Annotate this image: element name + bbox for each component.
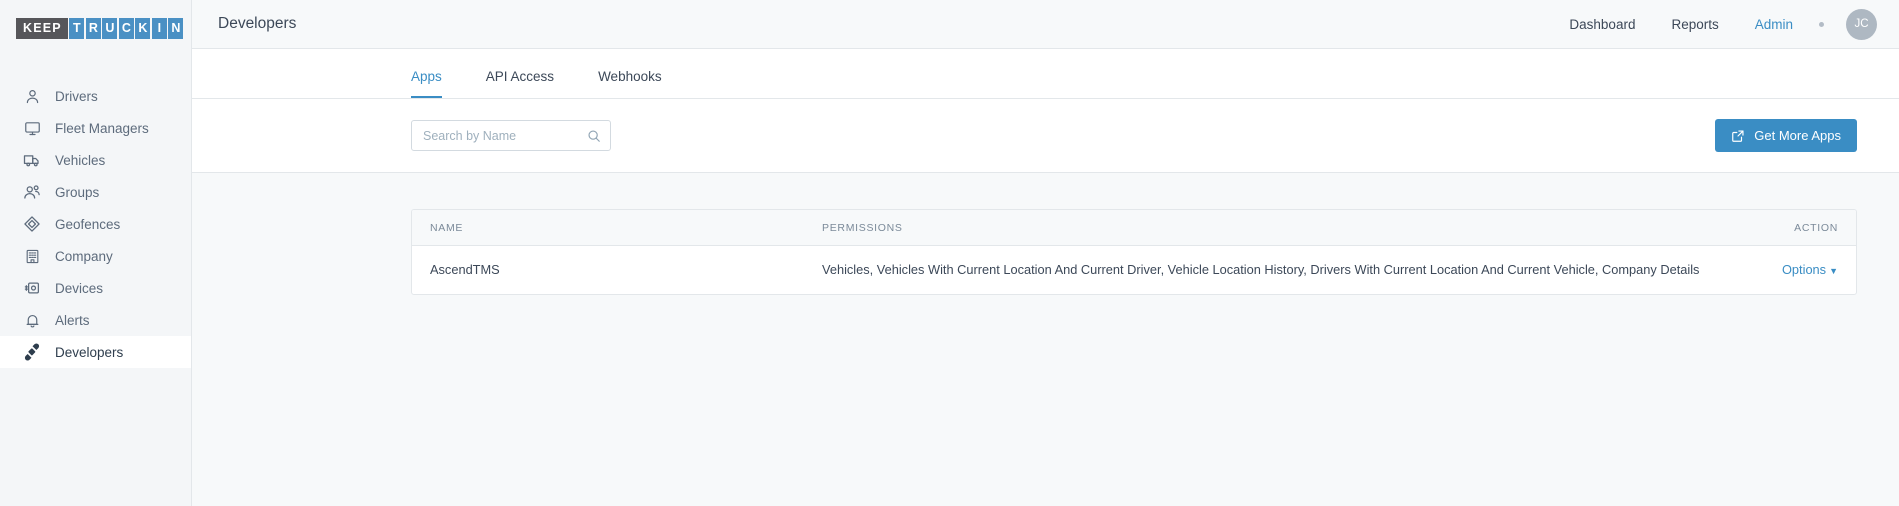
sidebar-item-devices[interactable]: Devices (0, 272, 191, 304)
sidebar-nav: Drivers Fleet Managers Vehicles Groups G… (0, 80, 191, 368)
page-title: Developers (218, 15, 297, 32)
logo-tile-i: I (151, 17, 167, 39)
tab-webhooks[interactable]: Webhooks (598, 69, 662, 98)
sidebar-item-fleet-managers[interactable]: Fleet Managers (0, 112, 191, 144)
top-nav: Dashboard Reports Admin JC (1533, 8, 1877, 40)
avatar[interactable]: JC (1846, 8, 1877, 40)
options-label: Options (1781, 262, 1827, 277)
sidebar-item-company[interactable]: Company (0, 240, 191, 272)
sidebar: KEEP T R U C K I N Drivers Fleet Manager… (0, 0, 192, 506)
column-header-permissions: PERMISSIONS (822, 222, 903, 234)
search-box[interactable] (411, 120, 611, 151)
device-icon (22, 278, 42, 298)
logo-tile-n: N (168, 17, 184, 39)
monitor-icon (22, 118, 42, 138)
tab-apps[interactable]: Apps (411, 69, 442, 98)
sidebar-item-groups[interactable]: Groups (0, 176, 191, 208)
sidebar-item-developers[interactable]: Developers (0, 336, 191, 368)
notification-dot-icon[interactable] (1819, 21, 1824, 27)
geofence-icon (22, 214, 42, 234)
cell-app-action: Options ▼ (1776, 246, 1856, 295)
sidebar-item-geofences[interactable]: Geofences (0, 208, 191, 240)
content-area: NAME PERMISSIONS ACTION AscendTMS Vehicl… (192, 173, 1899, 506)
logo-tile-c: C (118, 17, 134, 39)
truck-icon (22, 150, 42, 170)
toolbar: Get More Apps (192, 99, 1899, 173)
apps-table-card: NAME PERMISSIONS ACTION AscendTMS Vehicl… (411, 209, 1857, 295)
main-area: Developers Dashboard Reports Admin JC Ap… (192, 0, 1899, 506)
users-icon (22, 182, 42, 202)
logo-tile-u: U (102, 17, 118, 39)
external-link-icon (1731, 129, 1745, 143)
sidebar-item-label: Geofences (55, 216, 121, 232)
cell-app-permissions: Vehicles, Vehicles With Current Location… (822, 262, 1700, 277)
bell-icon (22, 310, 42, 330)
sidebar-item-alerts[interactable]: Alerts (0, 304, 191, 336)
sidebar-item-label: Devices (55, 280, 104, 296)
search-input[interactable] (423, 128, 587, 143)
sidebar-item-drivers[interactable]: Drivers (0, 80, 191, 112)
apps-table: NAME PERMISSIONS ACTION AscendTMS Vehicl… (412, 210, 1856, 294)
get-more-apps-button[interactable]: Get More Apps (1715, 119, 1857, 152)
table-header-row: NAME PERMISSIONS ACTION (412, 210, 1856, 246)
user-icon (22, 86, 42, 106)
table-row[interactable]: AscendTMS Vehicles, Vehicles With Curren… (412, 246, 1856, 295)
column-header-name: NAME (430, 222, 464, 234)
chevron-down-icon: ▼ (1829, 266, 1838, 276)
top-nav-dashboard[interactable]: Dashboard (1569, 17, 1635, 32)
get-more-apps-label: Get More Apps (1754, 128, 1841, 143)
brand-logo[interactable]: KEEP T R U C K I N (0, 0, 191, 56)
sidebar-item-label: Company (55, 248, 113, 264)
sidebar-item-label: Drivers (55, 88, 98, 104)
options-dropdown[interactable]: Options ▼ (1782, 262, 1838, 277)
plugin-icon (22, 342, 42, 362)
logo-tile-r: R (85, 17, 101, 39)
logo-keep-text: KEEP (16, 17, 68, 39)
app-root: KEEP T R U C K I N Drivers Fleet Manager… (0, 0, 1899, 506)
tab-bar: Apps API Access Webhooks (192, 49, 1899, 99)
table-head: NAME PERMISSIONS ACTION (412, 210, 1856, 246)
sidebar-item-label: Groups (55, 184, 100, 200)
building-icon (22, 246, 42, 266)
column-header-action: ACTION (1794, 222, 1838, 234)
sidebar-item-label: Vehicles (55, 152, 106, 168)
logo-tile-t: T (69, 17, 85, 39)
tab-api-access[interactable]: API Access (486, 69, 554, 98)
sidebar-item-vehicles[interactable]: Vehicles (0, 144, 191, 176)
sidebar-item-label: Developers (55, 344, 124, 360)
table-body: AscendTMS Vehicles, Vehicles With Curren… (412, 246, 1856, 295)
search-icon[interactable] (587, 129, 601, 143)
sidebar-item-label: Fleet Managers (55, 120, 149, 136)
logo-tile-k: K (135, 17, 151, 39)
cell-app-name: AscendTMS (430, 262, 500, 277)
top-nav-admin[interactable]: Admin (1755, 17, 1793, 32)
top-nav-reports[interactable]: Reports (1671, 17, 1718, 32)
sidebar-item-label: Alerts (55, 312, 90, 328)
top-header: Developers Dashboard Reports Admin JC (192, 0, 1899, 49)
